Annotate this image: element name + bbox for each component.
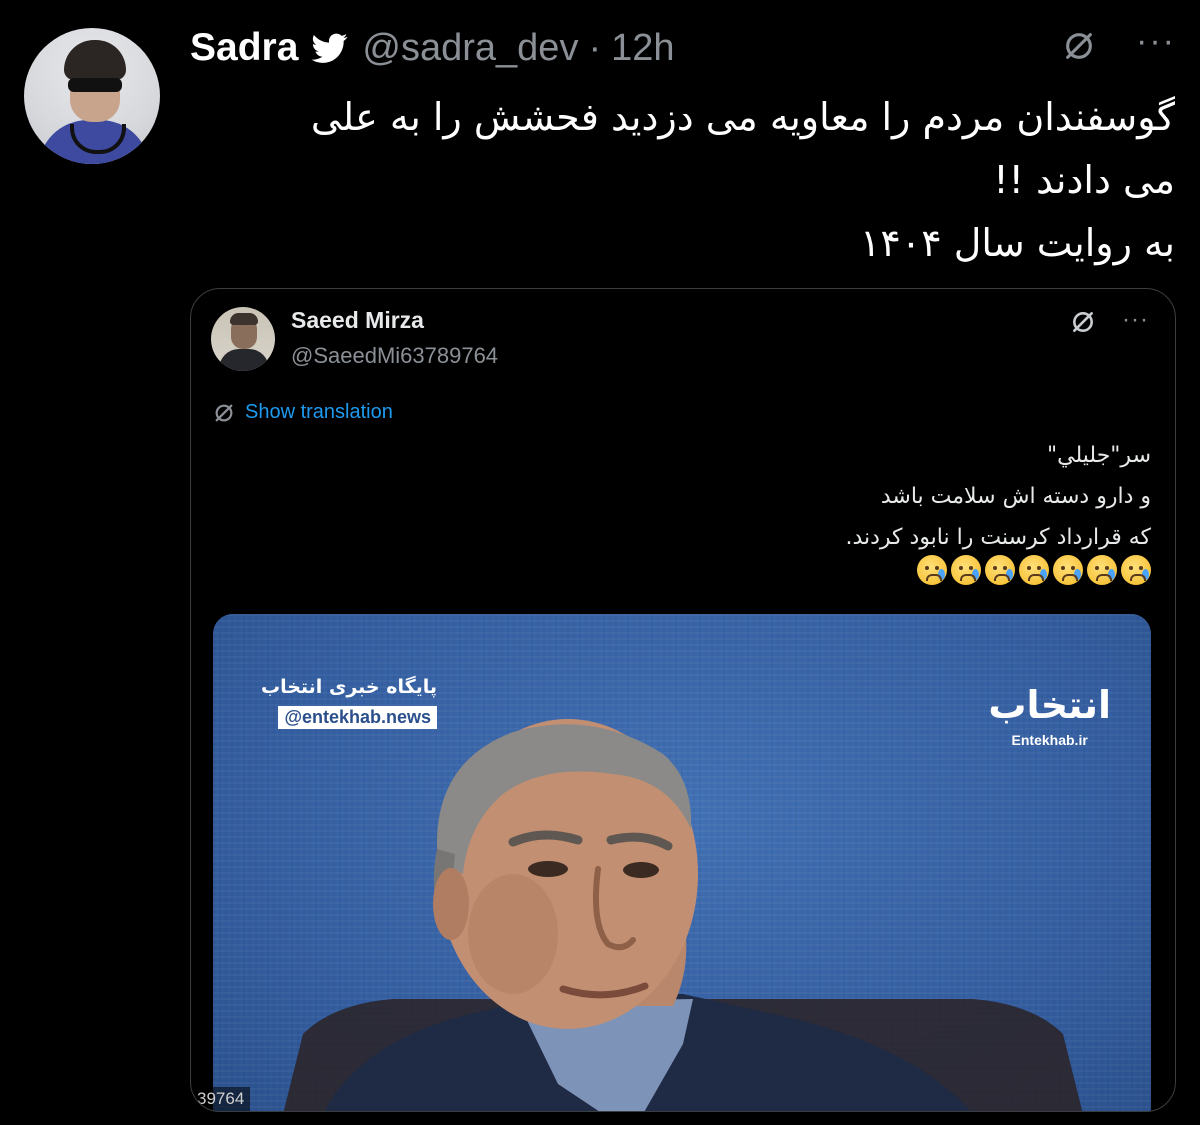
translate-icon[interactable] [1070, 309, 1096, 340]
tweet-header: Sadra @sadra_dev · 12h [190, 24, 675, 72]
quoted-line: كه قرارداد كرسنت را نابود كردند. [845, 525, 1151, 550]
media-corner-label: 39764 [191, 1087, 251, 1111]
author-handle[interactable]: @sadra_dev [362, 27, 578, 70]
quoted-media-image[interactable]: پایگاه خبری انتخاب @entekhab.news انتخاب… [213, 614, 1151, 1111]
author-avatar[interactable] [24, 28, 160, 164]
sad-tear-emoji-icon [1087, 555, 1117, 585]
sad-tear-emoji-icon [1053, 555, 1083, 585]
news-brand-left: پایگاه خبری انتخاب @entekhab.news [261, 676, 438, 729]
quoted-author-avatar[interactable] [211, 307, 275, 371]
quoted-actions: ··· [1070, 307, 1149, 340]
sad-tear-emoji-icon [985, 555, 1015, 585]
tweet-screen: Sadra @sadra_dev · 12h ··· گوسفندان مردم… [0, 0, 1200, 1125]
tweet-actions: ··· [1062, 24, 1176, 72]
twitter-bird-icon [310, 30, 350, 66]
tweet-line: گوسفندان مردم را معاویه می دزدید فحشش را… [310, 95, 1175, 139]
separator-dot: · [588, 26, 602, 69]
sad-tear-emoji-icon [917, 555, 947, 585]
sad-tear-emoji-icon [1121, 555, 1151, 585]
quoted-tweet-card[interactable]: Saeed Mirza @SaeedMi63789764 ··· Show tr… [190, 288, 1176, 1112]
quoted-author-handle[interactable]: @SaeedMi63789764 [291, 343, 498, 369]
quoted-line: سر"جليلي" [1047, 443, 1151, 468]
tweet-line: به روایت سال ۱۴۰۴ [859, 221, 1175, 265]
tweet-text: گوسفندان مردم را معاویه می دزدید فحشش را… [190, 86, 1175, 275]
news-logo-url: Entekhab.ir [1011, 732, 1088, 748]
show-translation-link[interactable]: Show translation [213, 401, 393, 424]
more-icon[interactable]: ··· [1122, 307, 1149, 332]
sad-tear-emoji-icon [1019, 555, 1049, 585]
tweet-line: می دادند !! [993, 158, 1175, 202]
translate-icon[interactable] [1062, 29, 1096, 68]
show-translation-label: Show translation [245, 401, 393, 423]
tweet-timestamp[interactable]: 12h [611, 27, 674, 70]
quoted-line: و دارو دسته اش سلامت باشد [880, 484, 1151, 509]
quoted-tweet-text: سر"جليلي" و دارو دسته اش سلامت باشد كه ق… [451, 435, 1151, 558]
more-icon[interactable]: ··· [1136, 24, 1176, 58]
translate-icon [215, 404, 233, 421]
author-name[interactable]: Sadra [190, 26, 298, 70]
news-logo-text: انتخاب [988, 683, 1111, 727]
quoted-author-name[interactable]: Saeed Mirza [291, 307, 424, 334]
sad-tear-emoji-icon [951, 555, 981, 585]
crying-emoji-row [917, 555, 1151, 585]
news-brand-handle: @entekhab.news [278, 706, 438, 729]
news-brand-title: پایگاه خبری انتخاب [261, 676, 438, 698]
news-logo: انتخاب Entekhab.ir [988, 686, 1111, 748]
